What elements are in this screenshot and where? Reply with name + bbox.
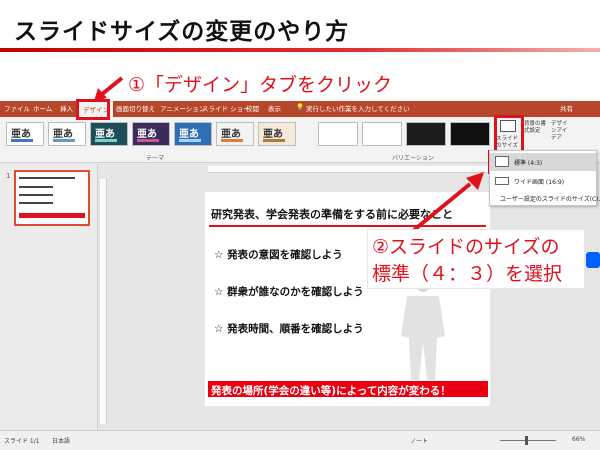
tab-transitions[interactable]: 画面切り替え (116, 103, 155, 113)
tab-animations[interactable]: アニメーション (160, 103, 205, 113)
design-tab-highlight (76, 99, 110, 120)
slide-thumbnail[interactable] (14, 170, 90, 226)
step2-instruction-line1: ②スライドのサイズの (372, 236, 560, 258)
zoom-slider[interactable] (500, 440, 556, 441)
zoom-slider-thumb[interactable] (525, 436, 528, 445)
slide-count: スライド 1/1 (4, 438, 40, 445)
variant-thumbnail-1[interactable] (318, 122, 358, 146)
slide-bullet: ☆ 発表時間、順番を確認しよう (214, 323, 364, 335)
step2-instruction-line2: 標準（４：３）を選択 (372, 263, 563, 285)
variant-thumbnail-2[interactable] (362, 122, 402, 146)
menu-item-custom-size[interactable]: ユーザー設定のスライドのサイズ(C)... (490, 189, 600, 207)
theme-group-label: テーマ (146, 155, 165, 162)
standard-size-icon (495, 156, 509, 167)
header: スライドサイズの変更のやり方 (0, 0, 600, 58)
dropbox-icon[interactable] (586, 252, 600, 268)
step1-instruction: ①「デザイン」タブをクリック (128, 74, 393, 96)
widescreen-icon (495, 177, 509, 185)
tab-file[interactable]: ファイル (4, 103, 30, 113)
zoom-level[interactable]: 66% (572, 436, 585, 443)
tab-view[interactable]: 表示 (268, 103, 281, 113)
lightbulb-icon: 💡 (296, 103, 305, 111)
tab-slideshow[interactable]: スライド ショー (202, 103, 250, 113)
tab-review[interactable]: 校閲 (246, 103, 259, 113)
theme-thumbnail-6[interactable]: 亜あ (216, 122, 254, 146)
slide-thumbnails-panel: 1 (0, 164, 98, 431)
theme-thumbnail-1[interactable]: 亜あ (6, 122, 44, 146)
menu-item-widescreen[interactable]: ワイド画面 (16:9) (490, 172, 596, 190)
title-underline (0, 48, 600, 52)
slide-bullet: ☆ 群衆が誰なのかを確認しよう (214, 286, 364, 298)
theme-thumbnail-7[interactable]: 亜あ (258, 122, 296, 146)
variation-group-label: バリエーション (392, 155, 434, 162)
menu-item-standard[interactable]: 標準 (4:3) (490, 153, 596, 171)
page-title: スライドサイズの変更のやり方 (14, 19, 350, 45)
vertical-ruler (100, 179, 107, 424)
status-bar: スライド 1/1 日本語 ノート 66% (0, 430, 600, 450)
theme-thumbnail-3[interactable]: 亜あ (90, 122, 128, 146)
format-background-button[interactable]: 背景の書式設定 (524, 121, 546, 135)
tab-home[interactable]: ホーム (33, 103, 52, 113)
share-button[interactable]: 共有 (560, 103, 573, 113)
theme-thumbnail-2[interactable]: 亜あ (48, 122, 86, 146)
language-indicator[interactable]: 日本語 (52, 436, 70, 445)
slide-number: 1 (6, 172, 11, 180)
theme-thumbnail-4[interactable]: 亜あ (132, 122, 170, 146)
notes-button[interactable]: ノート (410, 436, 428, 445)
design-ideas-button[interactable]: デザインアイデア (551, 121, 571, 142)
tell-me-search[interactable]: 実行したい作業を入力してください (306, 103, 410, 113)
step2-arrow-icon (412, 172, 484, 232)
tab-insert[interactable]: 挿入 (60, 103, 73, 113)
slide-bullet: ☆ 発表の意図を確認しよう (214, 249, 343, 261)
warning-banner-text: 発表の場所(学会の違い等)によって内容が変わる！ (211, 385, 451, 397)
variant-thumbnail-4[interactable] (450, 122, 490, 146)
variant-thumbnail-3[interactable] (406, 122, 446, 146)
step1-arrow-icon (94, 76, 124, 101)
theme-thumbnail-5[interactable]: 亜あ (174, 122, 212, 146)
presenter-figure (401, 276, 445, 380)
slide-size-menu: 標準 (4:3) ワイド画面 (16:9) ユーザー設定のスライドのサイズ(C)… (489, 150, 600, 207)
